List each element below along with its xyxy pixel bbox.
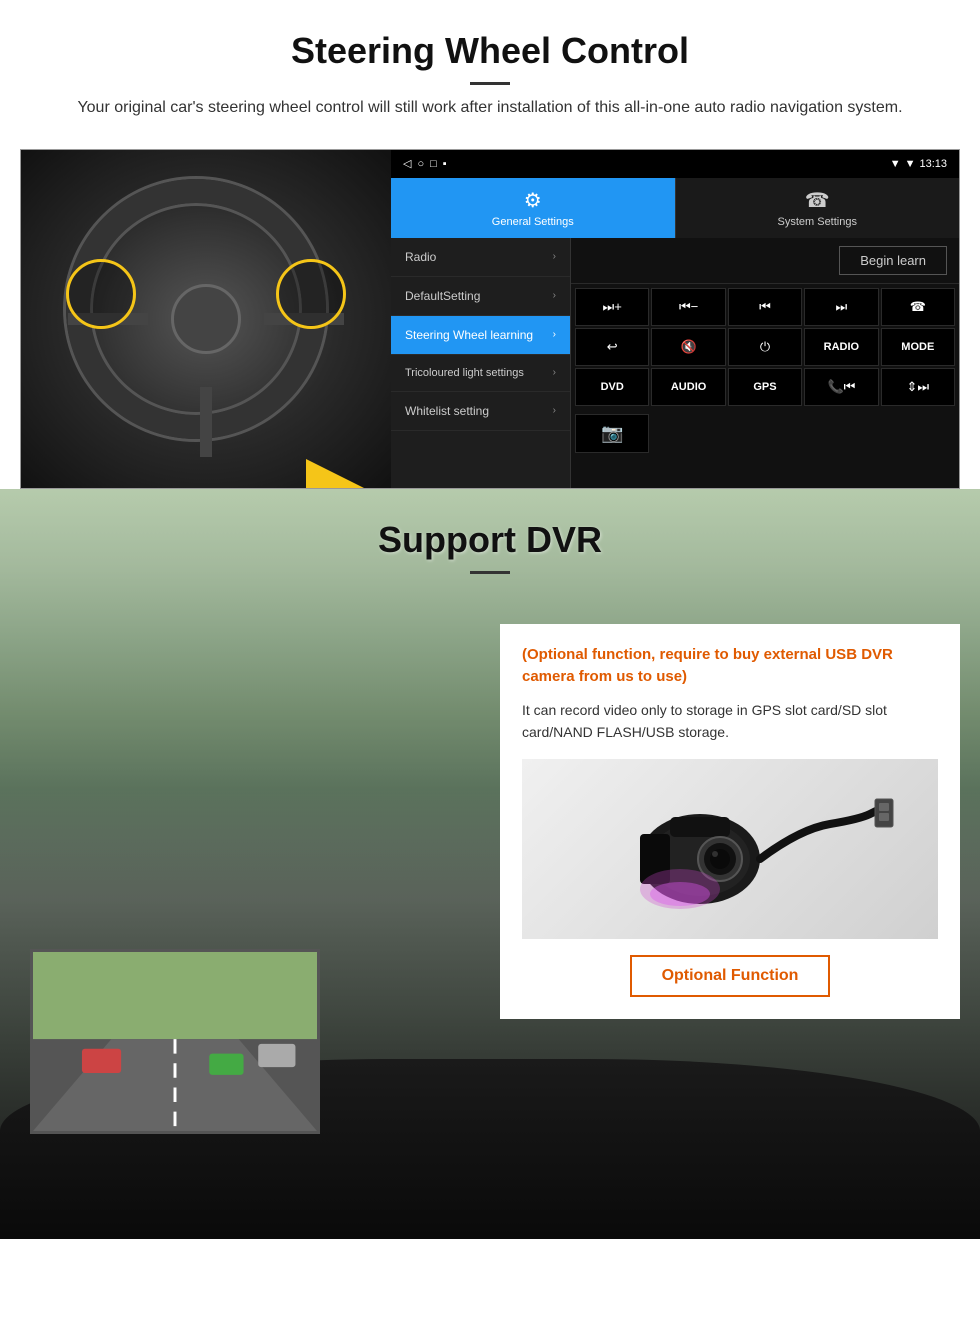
ctrl-vol-up[interactable]: ⏭+ [575, 288, 649, 326]
statusbar-icons: ◁ ○ □ ▪ [403, 157, 447, 170]
controls-grid-2: 📷 [571, 410, 959, 457]
controls-grid: ⏭+ ⏮− ⏮ ⏭ ☎ ↩ 🔇 ⏻ RADIO MODE DVD AUDIO G… [571, 284, 959, 410]
steering-photo [21, 150, 391, 488]
ctrl-gps[interactable]: GPS [728, 368, 802, 406]
menu-item-radio[interactable]: Radio › [391, 238, 570, 277]
steering-wheel-section: Steering Wheel Control Your original car… [0, 0, 980, 489]
ctrl-dvr[interactable]: 📷 [575, 414, 649, 453]
dvr-section: Support DVR [0, 489, 980, 1239]
begin-learn-button[interactable]: Begin learn [839, 246, 947, 275]
ctrl-hangup[interactable]: ↩ [575, 328, 649, 366]
recent-icon: □ [430, 158, 437, 170]
dvr-title: Support DVR [0, 519, 980, 561]
menu-item-whitelist[interactable]: Whitelist setting › [391, 392, 570, 431]
ctrl-phone-prev[interactable]: 📞⏮ [804, 368, 878, 406]
ctrl-power[interactable]: ⏻ [728, 328, 802, 366]
dvr-divider [470, 571, 510, 574]
menu-white-label: Whitelist setting [405, 404, 489, 418]
home-icon: ○ [417, 158, 424, 170]
chevron-icon: › [553, 367, 556, 378]
ctrl-audio[interactable]: AUDIO [651, 368, 725, 406]
ctrl-mode[interactable]: MODE [881, 328, 955, 366]
ctrl-next-mix[interactable]: ⇕⏭ [881, 368, 955, 406]
dvr-info-card: (Optional function, require to buy exter… [500, 624, 960, 1020]
optional-function-button[interactable]: Optional Function [630, 955, 831, 997]
section1-header: Steering Wheel Control Your original car… [0, 0, 980, 131]
dvr-thumb-image [33, 952, 317, 1131]
gear-icon: ⚙ [524, 188, 542, 213]
android-panel: ◁ ○ □ ▪ ▼ ▼ 13:13 ⚙ General Settings [391, 150, 959, 488]
dvr-camera-svg [560, 769, 900, 929]
section1-title: Steering Wheel Control [60, 30, 920, 72]
dvr-thumbnail [30, 949, 320, 1134]
circle-right-highlight [276, 259, 346, 329]
wifi-icon: ▼ [905, 158, 916, 170]
chevron-icon: › [553, 329, 556, 340]
ctrl-phone[interactable]: ☎ [881, 288, 955, 326]
general-settings-label: General Settings [492, 216, 574, 228]
android-statusbar: ◁ ○ □ ▪ ▼ ▼ 13:13 [391, 150, 959, 178]
settings-right-panel: Begin learn ⏭+ ⏮− ⏮ ⏭ ☎ ↩ 🔇 ⏻ RADIO MODE [571, 238, 959, 488]
dvr-header: Support DVR [0, 489, 980, 594]
menu-icon: ▪ [443, 158, 447, 170]
circle-left-highlight [66, 259, 136, 329]
chevron-icon: › [553, 290, 556, 301]
settings-tabs: ⚙ General Settings ☎ System Settings [391, 178, 959, 238]
menu-item-tricolour[interactable]: Tricoloured light settings › [391, 355, 570, 392]
chevron-icon: › [553, 251, 556, 262]
ctrl-prev-track[interactable]: ⏮ [728, 288, 802, 326]
ctrl-vol-down[interactable]: ⏮− [651, 288, 725, 326]
dvr-thumb-svg [33, 952, 317, 1131]
ctrl-mute[interactable]: 🔇 [651, 328, 725, 366]
dvr-description: It can record video only to storage in G… [522, 699, 938, 744]
section1-divider [470, 82, 510, 85]
system-settings-label: System Settings [778, 216, 857, 228]
signal-icon: ▼ [890, 158, 901, 170]
wheel-hub [171, 284, 241, 354]
tab-general-settings[interactable]: ⚙ General Settings [391, 178, 675, 238]
wheel-container [56, 169, 356, 469]
menu-radio-label: Radio [405, 250, 436, 264]
section1-description: Your original car's steering wheel contr… [60, 95, 920, 121]
ctrl-dvd[interactable]: DVD [575, 368, 649, 406]
system-icon: ☎ [805, 188, 830, 213]
statusbar-right: ▼ ▼ 13:13 [890, 158, 947, 170]
begin-learn-row: Begin learn [571, 238, 959, 284]
ctrl-radio[interactable]: RADIO [804, 328, 878, 366]
wheel-spoke-bottom [200, 387, 212, 457]
menu-steering-label: Steering Wheel learning [405, 328, 533, 342]
menu-item-defaultsetting[interactable]: DefaultSetting › [391, 277, 570, 316]
settings-content: Radio › DefaultSetting › Steering Wheel … [391, 238, 959, 488]
back-icon: ◁ [403, 157, 411, 170]
menu-tri-label: Tricoloured light settings [405, 367, 524, 379]
steering-ui-container: ◁ ○ □ ▪ ▼ ▼ 13:13 ⚙ General Settings [20, 149, 960, 489]
clock-label: 13:13 [919, 158, 947, 170]
ctrl-next-track[interactable]: ⏭ [804, 288, 878, 326]
tab-system-settings[interactable]: ☎ System Settings [675, 178, 960, 238]
menu-default-label: DefaultSetting [405, 289, 480, 303]
settings-menu: Radio › DefaultSetting › Steering Wheel … [391, 238, 571, 488]
dvr-camera-image [522, 759, 938, 939]
dvr-content: (Optional function, require to buy exter… [0, 594, 980, 1214]
chevron-icon: › [553, 405, 556, 416]
dvr-optional-highlight: (Optional function, require to buy exter… [522, 644, 938, 689]
menu-item-steering[interactable]: Steering Wheel learning › [391, 316, 570, 355]
